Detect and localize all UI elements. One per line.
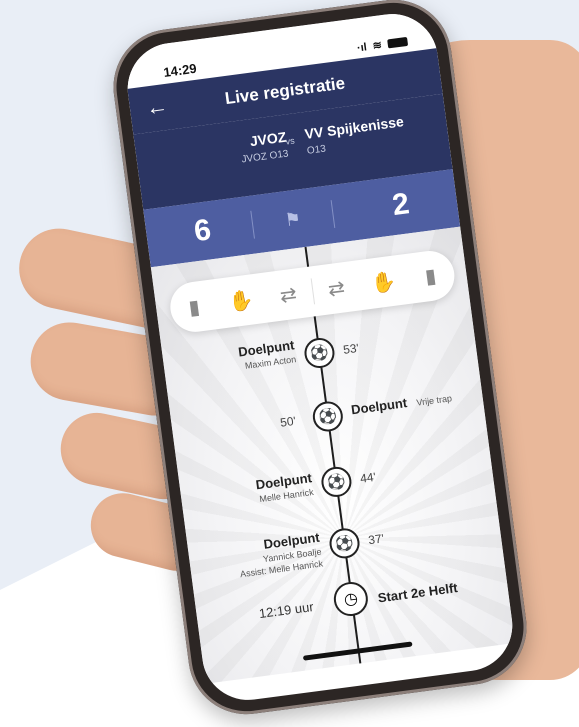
vs-label: vs — [284, 135, 296, 147]
signal-icon: ·ıl — [356, 40, 368, 54]
card-icon[interactable]: ▮ — [405, 260, 455, 291]
wifi-icon: ≋ — [371, 39, 383, 53]
status-icons: ·ıl ≋ — [356, 35, 409, 55]
flag-icon[interactable]: ⚑ — [252, 204, 334, 235]
home-team-sub: JVOZ O13 — [240, 148, 290, 166]
status-time: 14:29 — [162, 60, 198, 80]
substitute-icon[interactable]: ✋ — [358, 267, 408, 298]
battery-icon — [387, 36, 409, 49]
home-team-name: JVOZ — [248, 128, 288, 150]
event-minute: 53' — [342, 340, 360, 357]
event-minute: 50' — [279, 413, 297, 430]
away-team: VV Spijkenisse O13 — [304, 113, 407, 157]
swap-icon[interactable]: ⇄ — [263, 279, 313, 310]
event-minute: 37' — [367, 531, 385, 548]
away-score: 2 — [390, 187, 412, 223]
swap-icon[interactable]: ⇄ — [311, 273, 361, 304]
home-team: JVOZ JVOZ O13 — [238, 129, 289, 166]
card-icon[interactable]: ▮ — [169, 292, 219, 323]
arrow-left-icon[interactable]: ← — [144, 93, 169, 122]
home-score: 6 — [192, 213, 213, 249]
substitute-icon[interactable]: ✋ — [216, 285, 266, 316]
event-minute: 44' — [359, 469, 377, 486]
timeline: ▮ ✋ ⇄ ⇄ ✋ ▮ Doelpunt Maxim Acton ⚽ 53' 5… — [150, 226, 515, 684]
